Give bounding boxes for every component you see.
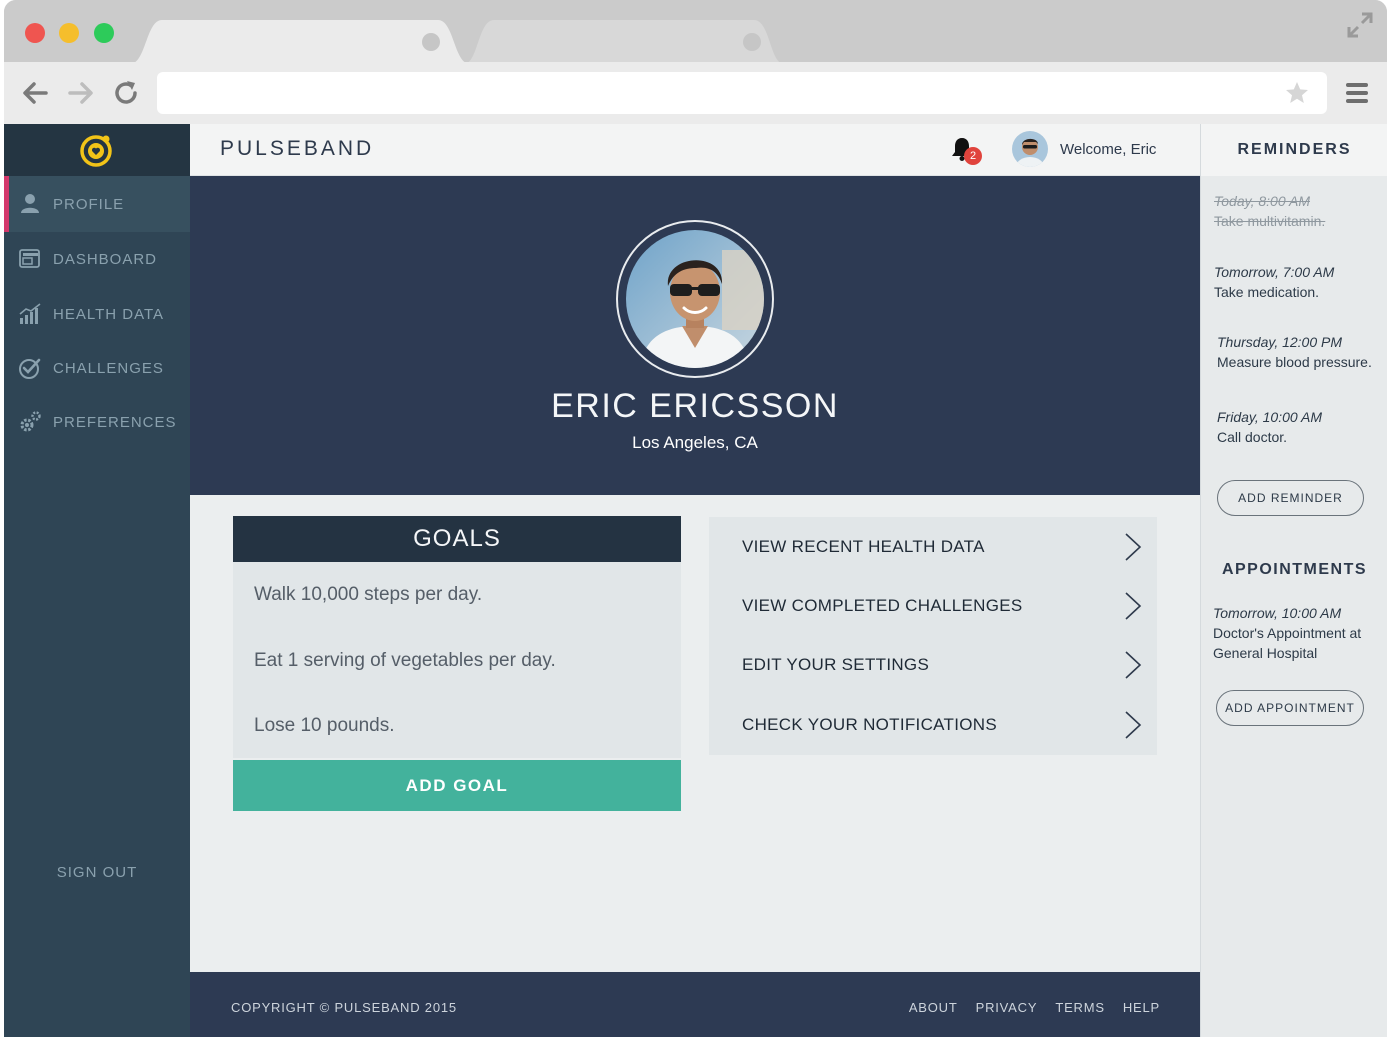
close-window-button[interactable]	[25, 23, 45, 43]
avatar[interactable]	[1012, 131, 1048, 167]
quick-links-card: VIEW RECENT HEALTH DATA VIEW COMPLETED C…	[709, 517, 1157, 755]
appointments-title: APPOINTMENTS	[1221, 561, 1368, 578]
reminder-time: Thursday, 12:00 PM	[1217, 334, 1343, 350]
link-label: VIEW RECENT HEALTH DATA	[742, 537, 985, 556]
minimize-window-button[interactable]	[59, 23, 79, 43]
footer-link-help[interactable]: HELP	[1123, 1000, 1160, 1015]
expand-icon[interactable]	[1347, 12, 1373, 38]
sidebar: PROFILE DASHBOARD HEALTH DATA CHALLENGES…	[4, 124, 204, 1037]
welcome-text: Welcome, Eric	[1060, 141, 1157, 158]
pulseband-logo-icon[interactable]	[77, 131, 115, 169]
reminder-text: Measure blood pressure.	[1217, 354, 1372, 370]
goal-item[interactable]: Eat 1 serving of vegetables per day.	[254, 650, 556, 672]
browser-tab-active[interactable]	[130, 20, 470, 64]
hamburger-menu-icon[interactable]	[1344, 80, 1370, 106]
sidebar-item-health-data[interactable]: HEALTH DATA	[4, 286, 204, 342]
pulseband-app: PROFILE DASHBOARD HEALTH DATA CHALLENGES…	[4, 124, 1387, 1037]
link-label: CHECK YOUR NOTIFICATIONS	[742, 715, 997, 734]
reload-icon[interactable]	[111, 78, 141, 108]
brand-title[interactable]: PULSEBAND	[220, 137, 374, 161]
sidebar-item-preferences[interactable]: PREFERENCES	[4, 394, 204, 450]
add-appointment-button[interactable]: ADD APPOINTMENT	[1216, 690, 1364, 726]
add-goal-button[interactable]: ADD GOAL	[233, 760, 681, 811]
chevron-right-icon	[1125, 651, 1142, 679]
main-content: GOALS Walk 10,000 steps per day. Eat 1 s…	[190, 495, 1200, 972]
reminder-text: Call doctor.	[1217, 429, 1288, 445]
sidebar-item-label: HEALTH DATA	[53, 306, 165, 323]
goals-list: Walk 10,000 steps per day. Eat 1 serving…	[233, 562, 681, 758]
goals-card: GOALS Walk 10,000 steps per day. Eat 1 s…	[233, 516, 681, 811]
arrow-right-icon[interactable]	[66, 78, 96, 108]
link-check-your-notifications[interactable]: CHECK YOUR NOTIFICATIONS	[709, 695, 1157, 754]
link-edit-your-settings[interactable]: EDIT YOUR SETTINGS	[709, 635, 1157, 694]
reminder-item[interactable]: Thursday, 12:00 PM Measure blood pressur…	[1217, 332, 1387, 372]
chevron-right-icon	[1125, 711, 1142, 739]
appointment-item[interactable]: Tomorrow, 10:00 AM Doctor's Appointment …	[1213, 603, 1385, 663]
reminder-text: Take multivitamin.	[1214, 213, 1326, 229]
link-view-recent-health-data[interactable]: VIEW RECENT HEALTH DATA	[709, 517, 1157, 576]
reminder-time: Tomorrow, 7:00 AM	[1214, 264, 1335, 280]
sidebar-item-dashboard[interactable]: DASHBOARD	[4, 231, 204, 287]
reminder-time: Friday, 10:00 AM	[1217, 409, 1323, 425]
notification-count-badge: 2	[964, 147, 982, 165]
link-view-completed-challenges[interactable]: VIEW COMPLETED CHALLENGES	[709, 576, 1157, 635]
browser-toolbar	[4, 62, 1387, 124]
tab-close-icon[interactable]	[743, 33, 761, 51]
chevron-right-icon	[1125, 592, 1142, 620]
add-reminder-button[interactable]: ADD REMINDER	[1217, 480, 1364, 516]
sidebar-item-challenges[interactable]: CHALLENGES	[4, 340, 204, 396]
logo-area[interactable]	[4, 124, 190, 176]
appointment-time: Tomorrow, 10:00 AM	[1213, 605, 1342, 621]
reminders-title: REMINDERS	[1201, 124, 1387, 176]
copyright-text: COPYRIGHT © PULSEBAND 2015	[231, 1000, 457, 1015]
link-label: VIEW COMPLETED CHALLENGES	[742, 596, 1023, 615]
sidebar-item-profile[interactable]: PROFILE	[4, 176, 204, 232]
reminder-item[interactable]: Friday, 10:00 AM Call doctor.	[1217, 407, 1387, 447]
sidebar-item-label: CHALLENGES	[53, 360, 164, 377]
sidebar-item-label: DASHBOARD	[53, 251, 158, 268]
footer-link-about[interactable]: ABOUT	[909, 1000, 958, 1015]
chevron-right-icon	[1125, 533, 1142, 561]
sign-out-link[interactable]: SIGN OUT	[4, 864, 190, 881]
user-icon	[21, 194, 39, 213]
address-bar-input[interactable]	[157, 72, 1327, 114]
reminder-time: Today, 8:00 AM	[1214, 193, 1310, 209]
reminder-item[interactable]: Tomorrow, 7:00 AM Take medication.	[1214, 262, 1384, 302]
goal-item[interactable]: Walk 10,000 steps per day.	[254, 584, 482, 606]
reminders-panel: REMINDERS Today, 8:00 AM Take multivitam…	[1200, 124, 1387, 1037]
goal-item[interactable]: Lose 10 pounds.	[254, 715, 395, 737]
footer: COPYRIGHT © PULSEBAND 2015 ABOUT PRIVACY…	[190, 972, 1200, 1037]
profile-photo[interactable]	[626, 230, 764, 368]
maximize-window-button[interactable]	[94, 23, 114, 43]
profile-hero: ERIC ERICSSON Los Angeles, CA	[190, 176, 1200, 495]
profile-name: ERIC ERICSSON	[551, 387, 839, 425]
notifications-button[interactable]: 2	[950, 136, 986, 168]
browser-tab-inactive[interactable]	[464, 20, 784, 64]
reminder-text: Take medication.	[1214, 284, 1320, 300]
profile-location: Los Angeles, CA	[632, 433, 758, 452]
goals-title: GOALS	[233, 516, 681, 562]
tab-strip	[4, 0, 1387, 64]
tab-close-icon[interactable]	[422, 33, 440, 51]
gears-icon	[20, 411, 41, 432]
dashboard-icon	[19, 249, 40, 268]
footer-link-terms[interactable]: TERMS	[1055, 1000, 1105, 1015]
reminder-item[interactable]: Today, 8:00 AM Take multivitamin.	[1214, 191, 1384, 231]
top-bar: PULSEBAND 2 Welcome, Eric	[190, 124, 1200, 176]
check-circle-icon	[19, 358, 41, 379]
sidebar-item-label: PROFILE	[53, 196, 125, 213]
link-label: EDIT YOUR SETTINGS	[742, 655, 930, 674]
footer-links: ABOUT PRIVACY TERMS HELP	[909, 1000, 1160, 1015]
footer-link-privacy[interactable]: PRIVACY	[976, 1000, 1038, 1015]
bar-chart-icon	[19, 303, 41, 324]
star-icon[interactable]	[1284, 80, 1310, 106]
appointment-text: Doctor's Appointment at General Hospital	[1213, 625, 1362, 661]
sidebar-item-label: PREFERENCES	[53, 414, 177, 431]
arrow-left-icon[interactable]	[20, 78, 50, 108]
browser-window: PROFILE DASHBOARD HEALTH DATA CHALLENGES…	[4, 0, 1387, 1037]
